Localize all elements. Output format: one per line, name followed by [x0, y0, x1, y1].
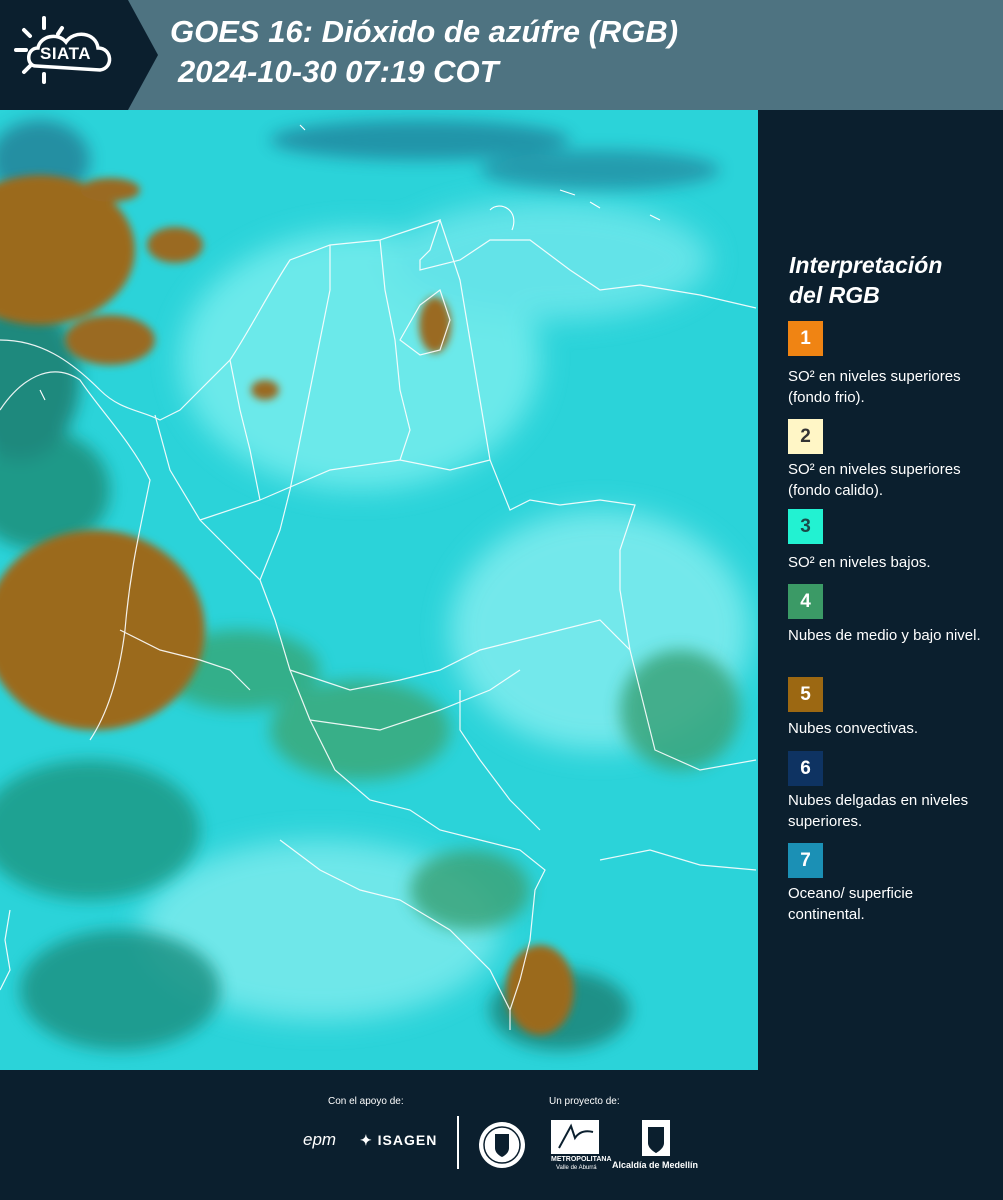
siata-logo: SIATA	[0, 0, 158, 110]
medellin-seal-icon	[479, 1122, 525, 1168]
satellite-map[interactable]	[0, 110, 758, 1070]
footer-divider	[457, 1116, 459, 1169]
legend-number-4: 4	[800, 590, 811, 612]
epm-logo: epm	[303, 1130, 336, 1150]
area-metropolitana-logo-icon	[551, 1120, 599, 1154]
isagen-logo: ✦ ISAGEN	[360, 1132, 437, 1149]
legend-description-5: Nubes convectivas.	[788, 720, 919, 737]
legend-number-1: 1	[800, 327, 811, 349]
legend-number-7: 7	[800, 849, 811, 871]
page-subtitle-datetime: 2024-10-30 07:19 COT	[178, 54, 499, 89]
legend-number-5: 5	[800, 683, 811, 705]
header: SIATA GOES 16: Dióxido de azúfre (RGB) 2…	[0, 0, 1003, 110]
legend-panel: Interpretación del RGB 1 SO² en niveles …	[758, 110, 1003, 1070]
legend-title: Interpretación del RGB	[789, 250, 989, 310]
legend-swatch-5: 5	[788, 677, 823, 712]
area-caption-2: Valle de Aburrá	[556, 1165, 597, 1171]
legend-number-3: 3	[800, 515, 811, 537]
legend-description-2: SO² en niveles superiores (fondo calido)…	[788, 461, 961, 499]
project-label: Un proyecto de:	[549, 1096, 620, 1107]
logo-text: SIATA	[40, 44, 91, 63]
epm-logo-text: epm	[303, 1130, 337, 1149]
legend-description-4: Nubes de medio y bajo nivel.	[788, 627, 981, 644]
footer: Con el apoyo de: Un proyecto de: epm ✦ I…	[0, 1070, 1003, 1200]
alcaldia-caption: Alcaldía de Medellín	[612, 1160, 699, 1170]
legend-description-1: SO² en niveles superiores (fondo frio).	[788, 368, 961, 406]
area-caption-1: METROPOLITANA	[551, 1156, 612, 1163]
alcaldia-shield-icon	[642, 1120, 670, 1156]
isagen-logo-text: ISAGEN	[377, 1132, 438, 1148]
legend-description-3: SO² en niveles bajos.	[788, 554, 931, 571]
legend-swatch-3: 3	[788, 509, 823, 544]
page-title: GOES 16: Dióxido de azúfre (RGB)	[170, 14, 679, 49]
legend-swatch-1: 1	[788, 321, 823, 356]
legend-title-line2: del RGB	[789, 282, 880, 308]
legend-title-line1: Interpretación	[789, 252, 943, 278]
legend-description-6: Nubes delgadas en niveles superiores.	[788, 792, 969, 830]
legend-swatch-4: 4	[788, 584, 823, 619]
isagen-star-icon: ✦	[360, 1132, 373, 1148]
legend-swatch-7: 7	[788, 843, 823, 878]
legend-swatch-6: 6	[788, 751, 823, 786]
satellite-image	[0, 110, 758, 1070]
legend-description-7: Oceano/ superficie continental.	[788, 885, 914, 923]
legend-number-6: 6	[800, 757, 811, 779]
legend-number-2: 2	[800, 425, 811, 447]
support-label: Con el apoyo de:	[328, 1096, 404, 1107]
legend-swatch-2: 2	[788, 419, 823, 454]
